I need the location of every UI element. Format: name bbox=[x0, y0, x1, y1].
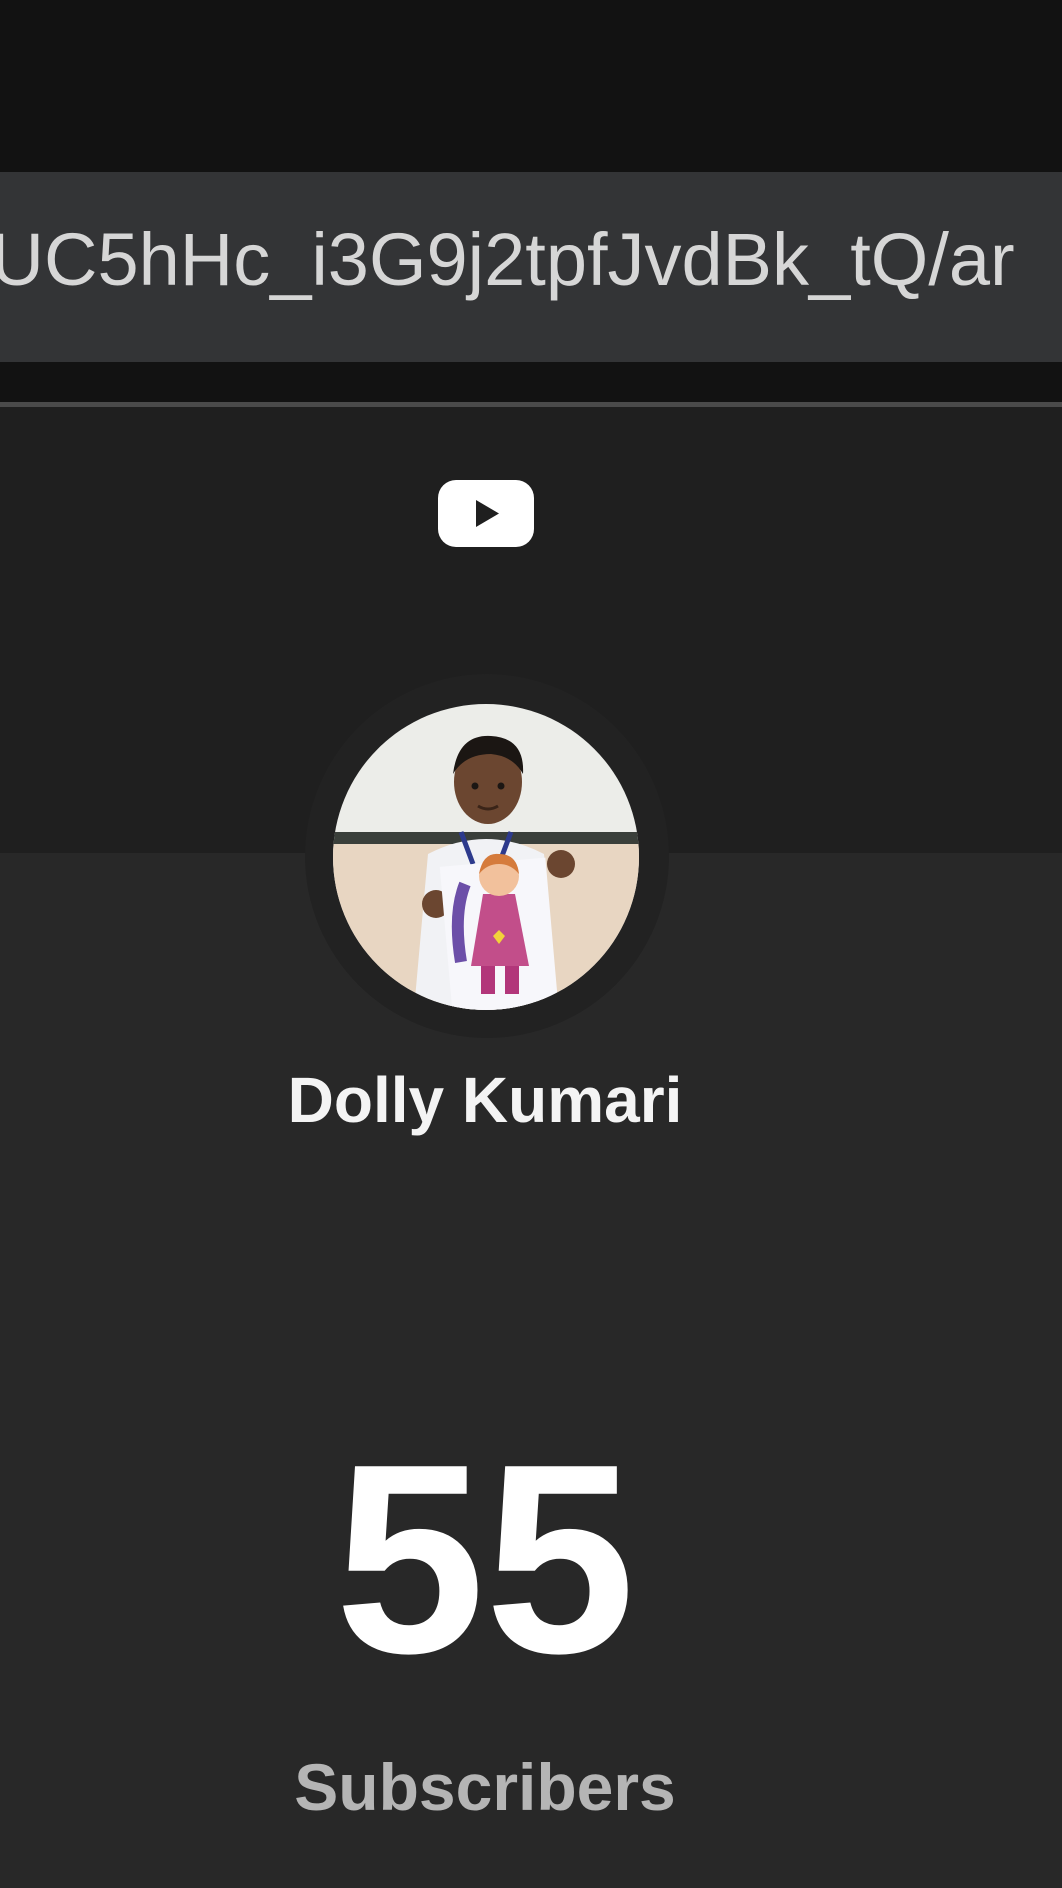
page: /UC5hHc_i3G9j2tpfJvdBk_tQ/ar Dolly Kumar… bbox=[0, 0, 1062, 1888]
address-bar[interactable]: /UC5hHc_i3G9j2tpfJvdBk_tQ/ar bbox=[0, 172, 1062, 362]
channel-avatar[interactable] bbox=[333, 704, 639, 1010]
channel-name: Dolly Kumari bbox=[287, 1064, 683, 1136]
channel-avatar-photo bbox=[333, 704, 639, 1010]
subscriber-label: Subscribers bbox=[294, 1750, 676, 1824]
subscriber-count: 55 bbox=[334, 1409, 636, 1710]
youtube-play-icon bbox=[438, 480, 534, 547]
address-bar-url[interactable]: /UC5hHc_i3G9j2tpfJvdBk_tQ/ar bbox=[0, 210, 1015, 310]
